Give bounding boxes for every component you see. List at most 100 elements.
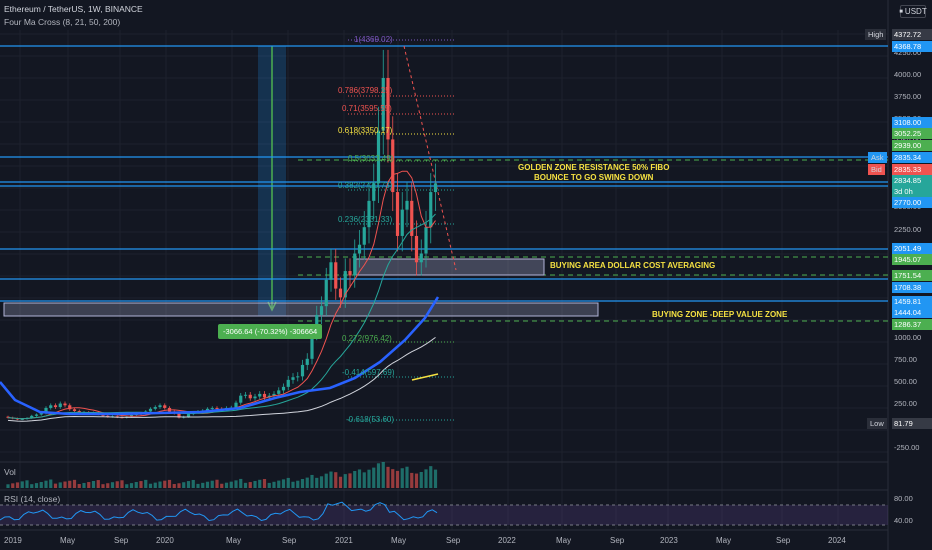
volume-bar <box>167 479 172 488</box>
time-tick-label: Sep <box>282 536 297 545</box>
volume-bar <box>191 479 195 488</box>
volume-bar <box>30 484 34 488</box>
time-tick-label: May <box>556 536 572 545</box>
volume-pane-label[interactable]: Vol <box>4 467 16 477</box>
volume-bar <box>395 470 400 488</box>
volume-bar <box>72 479 77 488</box>
volume-bar <box>53 483 58 488</box>
volume-bar <box>82 482 86 488</box>
candle-body <box>215 407 219 409</box>
price-chart-canvas[interactable] <box>0 0 932 550</box>
price-tick-label: 250.00 <box>894 399 917 408</box>
candle-body <box>357 244 362 254</box>
fib-level-label: 0.5(3033.49) <box>348 154 394 163</box>
volume-bar <box>20 481 24 488</box>
volume-bar <box>87 482 91 488</box>
candle-body <box>400 209 404 236</box>
price-tag: 4368.78 <box>892 41 932 52</box>
time-tick-label: May <box>60 536 76 545</box>
candle-body <box>429 192 433 228</box>
candle-body <box>243 394 248 396</box>
volume-bar <box>338 476 343 488</box>
bounce-annotation[interactable]: BOUNCE TO GO SWING DOWN <box>534 173 653 182</box>
candle-body <box>329 262 333 280</box>
candle-body <box>395 192 400 236</box>
volume-bar <box>229 481 233 488</box>
candle-body <box>239 395 243 403</box>
fib-level-label: 0.71(3595.55) <box>342 104 392 113</box>
rsi-pane-label[interactable]: RSI (14, close) <box>4 494 60 504</box>
volume-bar <box>386 466 390 488</box>
indicator-legend[interactable]: Four Ma Cross (8, 21, 50, 200) <box>4 17 120 27</box>
volume-bar <box>267 482 271 488</box>
currency-label: USDT <box>904 7 927 16</box>
time-tick-label: 2021 <box>335 536 353 545</box>
volume-bar <box>110 482 115 488</box>
buying-area-annotation[interactable]: BUYING AREA DOLLAR COST AVERAGING <box>550 261 715 270</box>
volume-bar <box>158 481 162 488</box>
candle-body <box>234 402 238 408</box>
price-tag: 81.79 <box>892 418 932 429</box>
candle-body <box>305 358 309 365</box>
volume-bar <box>372 467 376 488</box>
volume-bar <box>405 466 409 488</box>
trend-line <box>411 373 439 381</box>
fib-level-label: 1(4369.02) <box>354 35 393 44</box>
price-tag: 1459.81 <box>892 296 932 307</box>
candle-body <box>424 227 428 254</box>
candle-body <box>253 396 257 399</box>
candle-body <box>63 403 67 406</box>
time-tick-label: May <box>226 536 242 545</box>
fib-level-label: 0.786(3798.25) <box>338 86 393 95</box>
fib-level-label: -0.618(53.60) <box>346 415 395 424</box>
volume-bar <box>248 482 252 488</box>
time-tick-label: Sep <box>776 536 791 545</box>
volume-bar <box>172 484 176 488</box>
volume-bar <box>424 469 428 488</box>
volume-bar <box>310 474 314 488</box>
currency-button[interactable]: ■ USDT <box>899 5 927 18</box>
candle-body <box>163 405 167 408</box>
volume-bar <box>343 474 347 488</box>
volume-bar <box>182 482 186 488</box>
candle-body <box>186 414 191 417</box>
candle-body <box>362 227 366 245</box>
candle-body <box>148 408 153 412</box>
candle-body <box>72 409 77 412</box>
candle-body <box>158 405 162 408</box>
candle-body <box>258 393 262 397</box>
volume-bar <box>367 469 371 488</box>
price-tag: 1751.54 <box>892 270 932 281</box>
price-tag: 3108.00 <box>892 117 932 128</box>
measure-tooltip[interactable]: -3066.64 (-70.32%) -306664 <box>218 324 323 339</box>
golden-zone-annotation[interactable]: GOLDEN ZONE RESISTANCE 50% FIBO <box>518 163 669 172</box>
volume-bar <box>296 480 300 488</box>
volume-bar <box>139 481 143 488</box>
candle-body <box>348 271 352 276</box>
volume-bar <box>433 469 438 488</box>
volume-bar <box>34 483 39 488</box>
candle-body <box>319 306 324 315</box>
volume-bar <box>381 462 385 488</box>
volume-bar <box>134 482 138 488</box>
time-tick-label: Sep <box>610 536 625 545</box>
price-tick-label: 2250.00 <box>894 225 922 234</box>
time-tick-label: 2023 <box>660 536 678 545</box>
price-tick-label: 3750.00 <box>894 92 922 101</box>
volume-bar <box>144 479 148 488</box>
candle-body <box>58 403 62 408</box>
volume-bar <box>25 480 29 488</box>
candle-body <box>210 407 214 409</box>
rsi-band <box>0 505 888 525</box>
volume-bar <box>429 466 433 488</box>
candle-body <box>353 253 357 276</box>
candle-body <box>433 183 438 193</box>
volume-bar <box>148 483 153 488</box>
candle-body <box>248 394 252 399</box>
volume-bar <box>262 479 267 488</box>
buying-area-box <box>355 258 545 276</box>
price-tag: 1945.07 <box>892 254 932 265</box>
volume-bar <box>125 484 129 488</box>
buying-zone-annotation[interactable]: BUYING ZONE -DEEP VALUE ZONE <box>652 310 787 319</box>
volume-bar <box>376 463 381 488</box>
